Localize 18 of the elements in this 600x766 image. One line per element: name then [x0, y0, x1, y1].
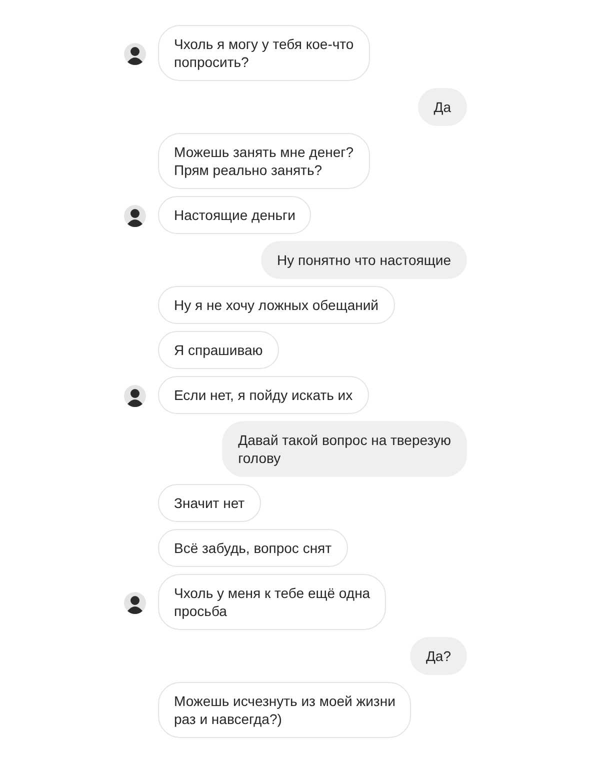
avatar-icon[interactable]: [124, 204, 146, 227]
outgoing-message: Ну понятно что настоящие: [261, 241, 467, 279]
outgoing-message: Да?: [410, 637, 467, 675]
incoming-message: Настоящие деньги: [158, 196, 312, 234]
avatar-icon[interactable]: [124, 384, 146, 407]
outgoing-message: Давай такой вопрос на тверезую голову: [222, 421, 467, 477]
incoming-message: Значит нет: [158, 484, 261, 522]
incoming-message: Можешь занять мне денег? Прям реально занять?: [158, 133, 370, 189]
incoming-message: Всё забудь, вопрос снят: [158, 529, 348, 567]
avatar-icon[interactable]: [124, 592, 146, 614]
incoming-message: Я спрашиваю: [158, 331, 279, 369]
outgoing-message: Да: [418, 88, 467, 126]
avatar-icon[interactable]: [124, 42, 146, 65]
incoming-message: Если нет, я пойду искать их: [158, 376, 369, 414]
incoming-message: Чхоль у меня к тебе ещё одна просьба: [158, 574, 386, 630]
incoming-message: Чхоль я могу у тебя кое-что попросить?: [158, 25, 370, 81]
incoming-message: Можешь исчезнуть из моей жизни раз и навсегда?): [158, 682, 412, 738]
incoming-message: Ну я не хочу ложных обещаний: [158, 286, 394, 324]
